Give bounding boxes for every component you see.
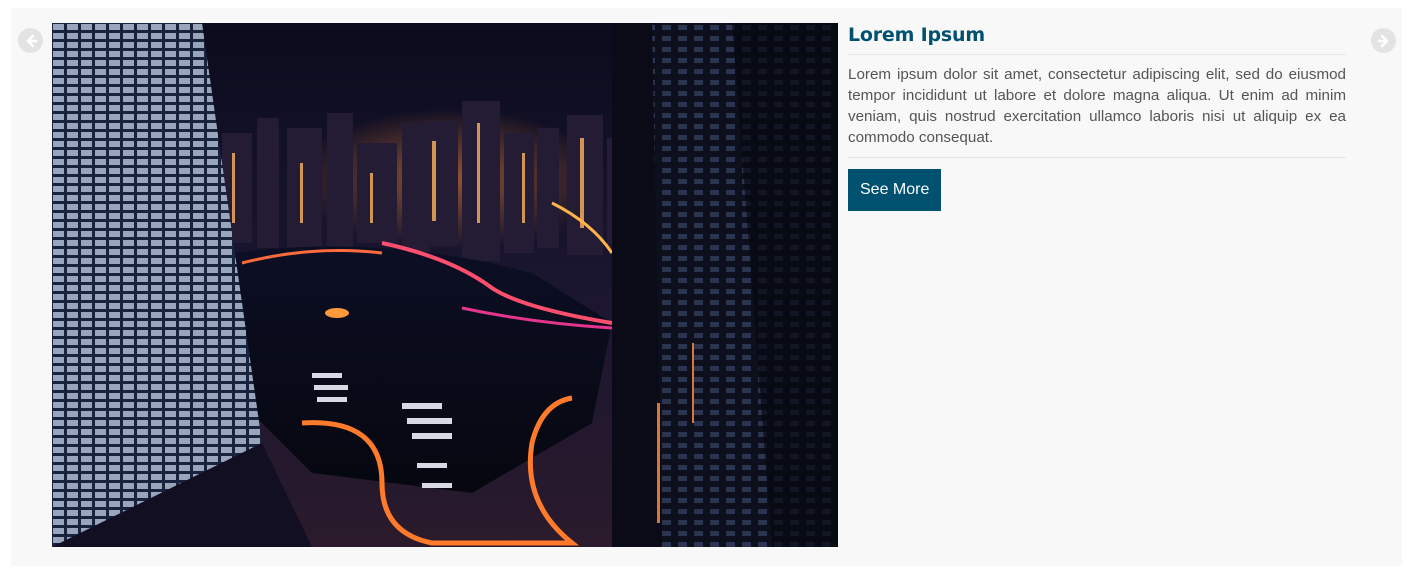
carousel: Lorem Ipsum Lorem ipsum dolor sit amet, …	[11, 8, 1402, 566]
next-slide-button[interactable]	[1371, 28, 1396, 53]
slide-title: Lorem Ipsum	[848, 24, 985, 46]
title-divider	[848, 54, 1346, 55]
slide-description: Lorem ipsum dolor sit amet, consectetur …	[848, 66, 1346, 146]
arrow-right-circle-icon	[1376, 33, 1392, 49]
arrow-left-circle-icon	[23, 33, 39, 49]
slide-content: Lorem Ipsum Lorem ipsum dolor sit amet, …	[848, 23, 1346, 211]
description-divider	[848, 157, 1346, 158]
prev-slide-button[interactable]	[18, 28, 43, 53]
see-more-button[interactable]: See More	[848, 169, 942, 211]
slide-image	[52, 23, 838, 547]
